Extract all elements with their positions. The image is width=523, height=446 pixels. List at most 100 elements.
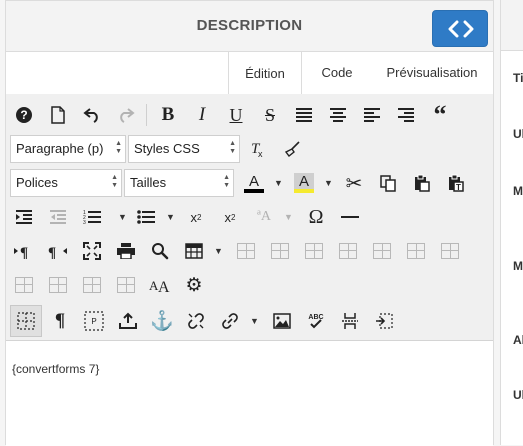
panel-title: DESCRIPTION (196, 17, 303, 34)
font-size-select[interactable]: Tailles ▲ ▼ (124, 169, 234, 197)
show-blocks-icon[interactable]: P (80, 307, 108, 335)
code-toggle-button[interactable] (432, 10, 488, 47)
right-panel-label: Al (513, 333, 523, 347)
right-side-panel: Ti Ul M M Al Ul (500, 0, 523, 445)
table-icon[interactable] (180, 237, 208, 265)
right-panel-label: M (513, 259, 523, 273)
undo-icon[interactable] (78, 101, 106, 129)
anchor-icon[interactable]: ⚓ (148, 307, 176, 335)
right-panel-label: M (513, 184, 523, 198)
search-icon[interactable] (146, 237, 174, 265)
delete-row-icon[interactable] (402, 237, 430, 265)
indent-icon[interactable] (10, 203, 38, 231)
page-break-icon[interactable] (336, 307, 364, 335)
table-cell-props-icon[interactable] (300, 237, 328, 265)
text-color-dropdown-icon[interactable]: ▼ (274, 178, 283, 188)
print-icon[interactable] (112, 237, 140, 265)
bullet-list-icon[interactable] (132, 203, 160, 231)
svg-text:x: x (258, 149, 263, 158)
subscript-icon[interactable]: x2 (182, 203, 210, 231)
horizontal-rule-icon[interactable] (336, 203, 364, 231)
background-color-icon[interactable]: A (290, 169, 318, 197)
insert-image-icon[interactable] (268, 307, 296, 335)
ltr-direction-icon[interactable]: ¶ (10, 237, 38, 265)
superscript-icon[interactable]: x2 (216, 203, 244, 231)
cut-icon[interactable]: ✂ (340, 169, 368, 197)
insert-row-after-icon[interactable] (368, 237, 396, 265)
link-icon[interactable] (216, 307, 244, 335)
text-color-icon[interactable]: A (240, 169, 268, 197)
insert-layer-icon[interactable] (370, 307, 398, 335)
tab-edition[interactable]: Édition (228, 51, 302, 95)
outdent-icon[interactable] (44, 203, 72, 231)
font-size-adjust-dropdown-icon[interactable]: ▼ (284, 212, 293, 222)
paragraph-format-value: Paragraphe (p) (16, 141, 104, 156)
right-panel-label: Ti (513, 71, 523, 85)
rtl-direction-icon[interactable]: ¶ (44, 237, 72, 265)
copy-icon[interactable] (374, 169, 402, 197)
align-right-icon[interactable] (392, 101, 420, 129)
visual-aid-icon[interactable] (10, 305, 42, 337)
unlink-icon[interactable] (182, 307, 210, 335)
code-brackets-icon (448, 20, 474, 38)
insert-column-before-icon[interactable] (436, 237, 464, 265)
numbered-list-dropdown-icon[interactable]: ▼ (118, 212, 127, 222)
svg-text:¶: ¶ (20, 245, 28, 259)
blockquote-icon[interactable]: “ (426, 100, 454, 129)
insert-column-after-icon[interactable] (10, 271, 38, 299)
editor-content-area[interactable]: {convertforms 7} (6, 341, 493, 446)
font-family-select[interactable]: Polices ▲ ▼ (10, 169, 122, 197)
paragraph-format-select[interactable]: Paragraphe (p) ▲ ▼ (10, 135, 126, 163)
remove-format-icon[interactable]: Tx (244, 135, 272, 163)
spellcheck-icon[interactable]: ABC (302, 307, 330, 335)
strikethrough-icon[interactable]: S (256, 101, 284, 129)
insert-file-upload-icon[interactable] (114, 307, 142, 335)
italic-icon[interactable]: I (188, 101, 216, 129)
right-panel-header (501, 0, 523, 51)
clean-html-broom-icon[interactable] (278, 135, 306, 163)
table-dropdown-icon[interactable]: ▼ (214, 246, 223, 256)
css-styles-select[interactable]: Styles CSS ▲ ▼ (128, 135, 240, 163)
fullscreen-icon[interactable] (78, 237, 106, 265)
show-invisibles-icon[interactable]: ¶ (46, 307, 74, 335)
align-center-icon[interactable] (324, 101, 352, 129)
tab-preview[interactable]: Prévisualisation (378, 51, 486, 94)
svg-text:¶: ¶ (48, 245, 56, 259)
svg-text:3: 3 (83, 220, 86, 225)
merge-cells-icon[interactable] (112, 271, 140, 299)
align-justify-icon[interactable] (290, 101, 318, 129)
svg-text:A: A (249, 173, 259, 190)
toolbar-separator (146, 104, 147, 126)
delete-table-icon[interactable] (232, 237, 260, 265)
underline-icon[interactable]: U (222, 101, 250, 129)
new-document-icon[interactable] (44, 101, 72, 129)
svg-text:ABC: ABC (308, 314, 323, 321)
right-panel-label: Ul (513, 127, 523, 141)
insert-row-before-icon[interactable] (334, 237, 362, 265)
delete-column-icon[interactable] (44, 271, 72, 299)
svg-text:T: T (456, 183, 461, 192)
panel-header: DESCRIPTION (6, 1, 493, 52)
editor-content-text: {convertforms 7} (12, 362, 100, 376)
editor-tabs: Édition Code Prévisualisation (6, 51, 493, 95)
svg-text:A: A (299, 173, 309, 190)
link-dropdown-icon[interactable]: ▼ (250, 316, 259, 326)
paste-as-text-icon[interactable]: T (442, 169, 470, 197)
align-left-icon[interactable] (358, 101, 386, 129)
background-color-dropdown-icon[interactable]: ▼ (324, 178, 333, 188)
split-cells-icon[interactable] (78, 271, 106, 299)
svg-text:?: ? (20, 108, 27, 122)
style-props-icon[interactable]: AA (146, 271, 174, 299)
numbered-list-icon[interactable]: 123 (78, 203, 106, 231)
font-size-adjust-icon[interactable]: ªA (250, 203, 278, 231)
paste-icon[interactable] (408, 169, 436, 197)
settings-gear-icon[interactable]: ⚙ (180, 271, 208, 299)
help-icon[interactable]: ? (10, 101, 38, 129)
bullet-list-dropdown-icon[interactable]: ▼ (166, 212, 175, 222)
table-row-props-icon[interactable] (266, 237, 294, 265)
special-character-omega-icon[interactable]: Ω (302, 203, 330, 231)
select-arrows-icon: ▲ ▼ (111, 174, 118, 189)
tab-code[interactable]: Code (309, 51, 365, 94)
bold-icon[interactable]: B (154, 101, 182, 129)
redo-icon[interactable] (112, 101, 140, 129)
